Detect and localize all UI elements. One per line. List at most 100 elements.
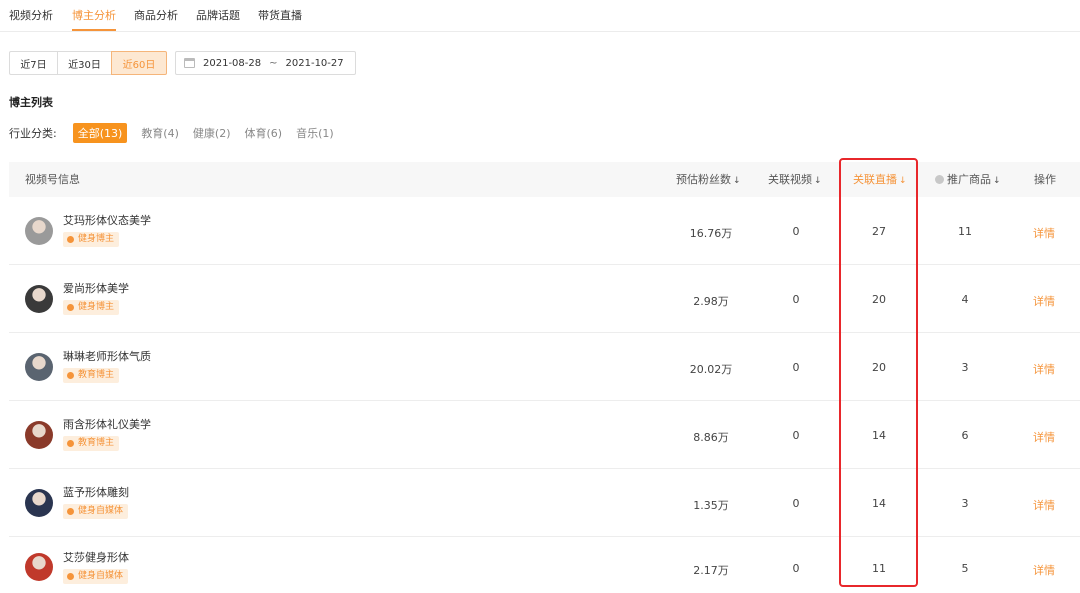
category-badge: 健身博主: [63, 232, 120, 247]
products-cell: 3: [961, 497, 969, 510]
live-cell: 14: [872, 497, 886, 510]
videos-cell: 0: [792, 361, 800, 374]
products-cell: 5: [961, 562, 969, 575]
live-cell: 20: [872, 361, 886, 374]
sort-arrow-icon: ↓: [733, 176, 741, 186]
active-tab-underline: [72, 29, 116, 31]
videos-cell: 0: [792, 225, 800, 238]
blogger-name[interactable]: 艾玛形体仪态美学: [63, 212, 151, 228]
info-icon: [935, 175, 944, 184]
videos-cell: 0: [792, 497, 800, 510]
live-cell: 20: [872, 293, 886, 306]
avatar: [25, 217, 53, 245]
detail-link[interactable]: 详情: [1033, 497, 1055, 513]
date-separator: ~: [269, 57, 278, 69]
header-fans-label: 预估粉丝数: [676, 173, 731, 186]
tab-blogger-analysis[interactable]: 博主分析: [72, 7, 116, 23]
industry-filter: 行业分类: 全部(13) 教育(4) 健康(2) 体育(6) 音乐(1): [9, 123, 348, 143]
products-cell: 11: [958, 225, 972, 238]
range-60-days-button[interactable]: 近60日: [111, 51, 167, 75]
badge-label: 健身自媒体: [78, 506, 124, 516]
products-cell: 3: [961, 361, 969, 374]
detail-link[interactable]: 详情: [1033, 562, 1055, 578]
blogger-name[interactable]: 琳琳老师形体气质: [63, 348, 151, 364]
filter-all[interactable]: 全部(13): [72, 123, 128, 143]
avatar: [25, 285, 53, 313]
header-live-label: 关联直播: [853, 173, 897, 186]
videos-cell: 0: [792, 293, 800, 306]
fans-cell: 20.02万: [689, 363, 733, 376]
range-30-days-button[interactable]: 近30日: [57, 51, 112, 75]
badge-icon: [67, 236, 74, 243]
badge-icon: [67, 440, 74, 447]
fans-cell: 2.17万: [693, 564, 729, 577]
category-badge: 教育博主: [63, 368, 120, 383]
date-picker[interactable]: 2021-08-28 ~ 2021-10-27: [175, 51, 356, 75]
fans-cell: 1.35万: [693, 499, 729, 512]
header-videos-label: 关联视频: [768, 173, 812, 186]
avatar: [25, 553, 53, 581]
products-cell: 4: [961, 293, 969, 306]
badge-icon: [67, 372, 74, 379]
filter-education[interactable]: 教育(4): [141, 125, 179, 141]
avatar: [25, 421, 53, 449]
badge-label: 健身博主: [78, 234, 115, 244]
detail-link[interactable]: 详情: [1033, 429, 1055, 445]
table-header: 视频号信息 预估粉丝数 ↓ 关联视频 ↓ 关联直播 ↓ 推广商品 ↓ 操作: [9, 162, 1080, 197]
detail-link[interactable]: 详情: [1033, 361, 1055, 377]
header-videos[interactable]: 关联视频 ↓: [768, 162, 822, 197]
blogger-name[interactable]: 雨含形体礼仪美学: [63, 416, 151, 432]
date-range-buttons: 近7日 近30日 近60日: [9, 51, 167, 75]
blogger-name[interactable]: 爱尚形体美学: [63, 280, 129, 296]
sort-arrow-icon: ↓: [814, 176, 822, 186]
filter-label: 行业分类:: [9, 127, 57, 140]
tab-product-analysis[interactable]: 商品分析: [134, 7, 178, 23]
header-products-label: 推广商品: [947, 173, 991, 186]
table-row: 琳琳老师形体气质 教育博主 20.02万 0 20 3 详情: [9, 333, 1080, 401]
sort-arrow-icon: ↓: [993, 176, 1001, 186]
table-row: 雨含形体礼仪美学 教育博主 8.86万 0 14 6 详情: [9, 401, 1080, 469]
calendar-icon: [184, 58, 195, 68]
products-cell: 6: [961, 429, 969, 442]
table-row: 艾玛形体仪态美学 健身博主 16.76万 0 27 11 详情: [9, 197, 1080, 265]
filter-music[interactable]: 音乐(1): [296, 125, 334, 141]
blogger-name[interactable]: 蓝予形体雕刻: [63, 484, 129, 500]
category-badge: 健身博主: [63, 300, 120, 315]
filter-sports[interactable]: 体育(6): [245, 125, 283, 141]
live-cell: 27: [872, 225, 886, 238]
category-badge: 教育博主: [63, 436, 120, 451]
range-7-days-button[interactable]: 近7日: [9, 51, 58, 75]
section-title: 博主列表: [9, 96, 53, 109]
live-cell: 11: [872, 562, 886, 575]
detail-link[interactable]: 详情: [1033, 293, 1055, 309]
top-tab-bar: 视频分析 博主分析 商品分析 品牌话题 带货直播: [0, 0, 1080, 32]
avatar: [25, 353, 53, 381]
category-badge: 健身自媒体: [63, 569, 129, 584]
badge-label: 教育博主: [78, 370, 115, 380]
header-products[interactable]: 推广商品 ↓: [935, 162, 1001, 197]
videos-cell: 0: [792, 429, 800, 442]
fans-cell: 2.98万: [693, 295, 729, 308]
avatar: [25, 489, 53, 517]
badge-label: 健身博主: [78, 302, 115, 312]
date-end: 2021-10-27: [285, 57, 344, 69]
header-fans[interactable]: 预估粉丝数 ↓: [676, 162, 741, 197]
badge-label: 教育博主: [78, 438, 115, 448]
header-info: 视频号信息: [25, 173, 80, 186]
tab-live-commerce[interactable]: 带货直播: [258, 7, 302, 23]
badge-label: 健身自媒体: [78, 571, 124, 581]
table-row: 爱尚形体美学 健身博主 2.98万 0 20 4 详情: [9, 265, 1080, 333]
tab-video-analysis[interactable]: 视频分析: [9, 7, 53, 23]
videos-cell: 0: [792, 562, 800, 575]
sort-arrow-icon: ↓: [899, 176, 907, 186]
detail-link[interactable]: 详情: [1033, 225, 1055, 241]
category-badge: 健身自媒体: [63, 504, 129, 519]
header-live[interactable]: 关联直播 ↓: [853, 162, 907, 197]
tab-brand-topic[interactable]: 品牌话题: [196, 7, 240, 23]
table-row: 蓝予形体雕刻 健身自媒体 1.35万 0 14 3 详情: [9, 469, 1080, 537]
date-start: 2021-08-28: [203, 57, 262, 69]
table-row: 艾莎健身形体 健身自媒体 2.17万 0 11 5 详情: [9, 537, 1080, 593]
filter-health[interactable]: 健康(2): [193, 125, 231, 141]
blogger-name[interactable]: 艾莎健身形体: [63, 549, 129, 565]
badge-icon: [67, 304, 74, 311]
